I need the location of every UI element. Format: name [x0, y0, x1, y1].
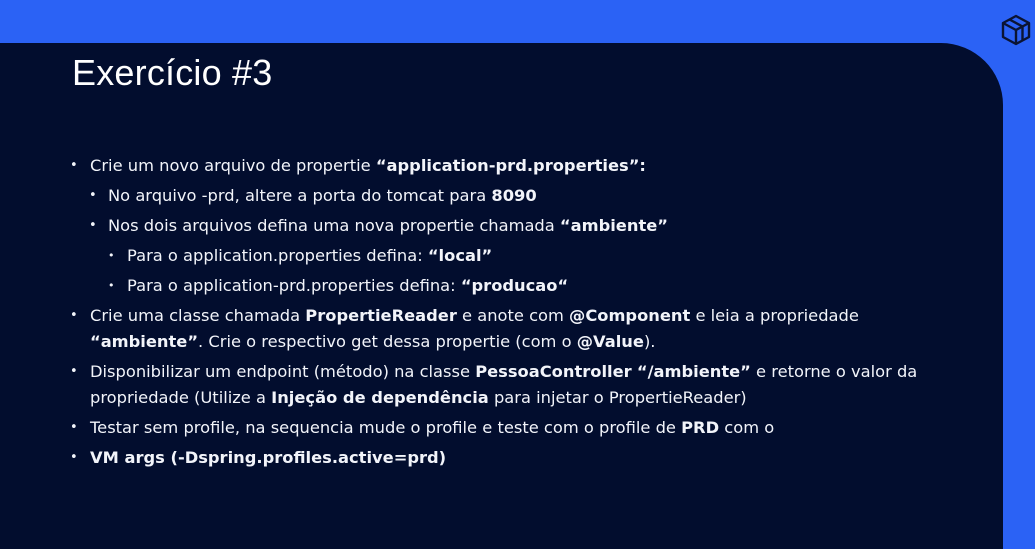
bullet-text: Testar sem profile, na sequencia mude o … — [90, 418, 682, 437]
bullet-text: Disponibilizar um endpoint (método) na c… — [90, 362, 476, 381]
bullet-item-level-2: • No arquivo -prd, altere a porta do tomc… — [70, 183, 970, 209]
bullet-dot-icon: • — [70, 364, 78, 379]
bullet-text-bold: @Value — [576, 332, 644, 351]
bullet-text: . Crie o respectivo get dessa propertie … — [198, 332, 577, 351]
bullet-text-bold: Injeção de dependência — [271, 388, 489, 407]
bullet-dot-icon: • — [70, 308, 78, 323]
bullet-text: e leia a propriedade — [690, 306, 859, 325]
bullet-dot-icon: • — [108, 249, 115, 262]
bullet-text: para injetar o PropertieReader) — [488, 388, 747, 407]
bullet-text: Nos dois arquivos defina uma nova proper… — [108, 216, 560, 235]
bullet-text-bold: VM args (-Dspring.profiles.active=prd) — [90, 448, 447, 467]
bullet-dot-icon: • — [70, 420, 78, 435]
bullet-text-bold: 8090 — [491, 186, 537, 205]
bullet-item-level-1: • Testar sem profile, na sequencia mude o… — [70, 415, 970, 441]
bullet-item-level-1: • Crie uma classe chamada PropertieReader… — [70, 303, 970, 355]
bullet-text: ). — [643, 332, 656, 351]
bullet-item-level-2: • Nos dois arquivos defina uma nova prope… — [70, 213, 970, 239]
bullet-text-bold: “producao“ — [460, 276, 569, 295]
bullet-text-bold: @Component — [569, 306, 691, 325]
bullet-text: com o — [719, 418, 775, 437]
bullet-item-level-3: • Para o application.properties defina: “… — [70, 243, 970, 269]
bullet-text-bold: “/ambiente” — [636, 362, 751, 381]
cube-logo-icon — [1001, 14, 1031, 46]
bullet-dot-icon: • — [70, 158, 78, 173]
bullet-text: Para o application-prd.properties defina… — [127, 276, 461, 295]
slide-title: Exercício #3 — [72, 52, 273, 93]
bullet-dot-icon: • — [70, 450, 78, 465]
bullet-dot-icon: • — [89, 188, 97, 203]
bullet-text: Crie uma classe chamada — [90, 306, 306, 325]
bullet-text: Crie um novo arquivo de propertie — [90, 156, 376, 175]
bullet-text-bold: “application-prd.properties”: — [375, 156, 646, 175]
bullet-text-bold: “ambiente” — [90, 332, 199, 351]
bullet-dot-icon: • — [108, 279, 115, 292]
bullet-item-level-3: • Para o application-prd.properties defin… — [70, 273, 970, 299]
bullet-item-level-1: • Crie um novo arquivo de propertie “appl… — [70, 153, 970, 179]
bullet-item-level-1: • Disponibilizar um endpoint (método) na … — [70, 359, 970, 411]
bullet-text: Para o application.properties defina: — [127, 246, 428, 265]
bullet-dot-icon: • — [89, 218, 97, 233]
bullet-text: No arquivo -prd, altere a porta do tomca… — [108, 186, 492, 205]
bullet-item-level-1: • VM args (-Dspring.profiles.active=prd) — [70, 445, 970, 471]
bullet-text: e anote com — [456, 306, 570, 325]
bullet-text-bold: PropertieReader — [305, 306, 457, 325]
bullet-text-bold: PessoaController — [475, 362, 632, 381]
bullet-text-bold: “ambiente” — [559, 216, 668, 235]
bullet-list: • Crie um novo arquivo de propertie “appl… — [70, 153, 970, 475]
top-accent-bar — [0, 0, 1035, 43]
bullet-text-bold: “local” — [427, 246, 493, 265]
bullet-text-bold: PRD — [681, 418, 720, 437]
